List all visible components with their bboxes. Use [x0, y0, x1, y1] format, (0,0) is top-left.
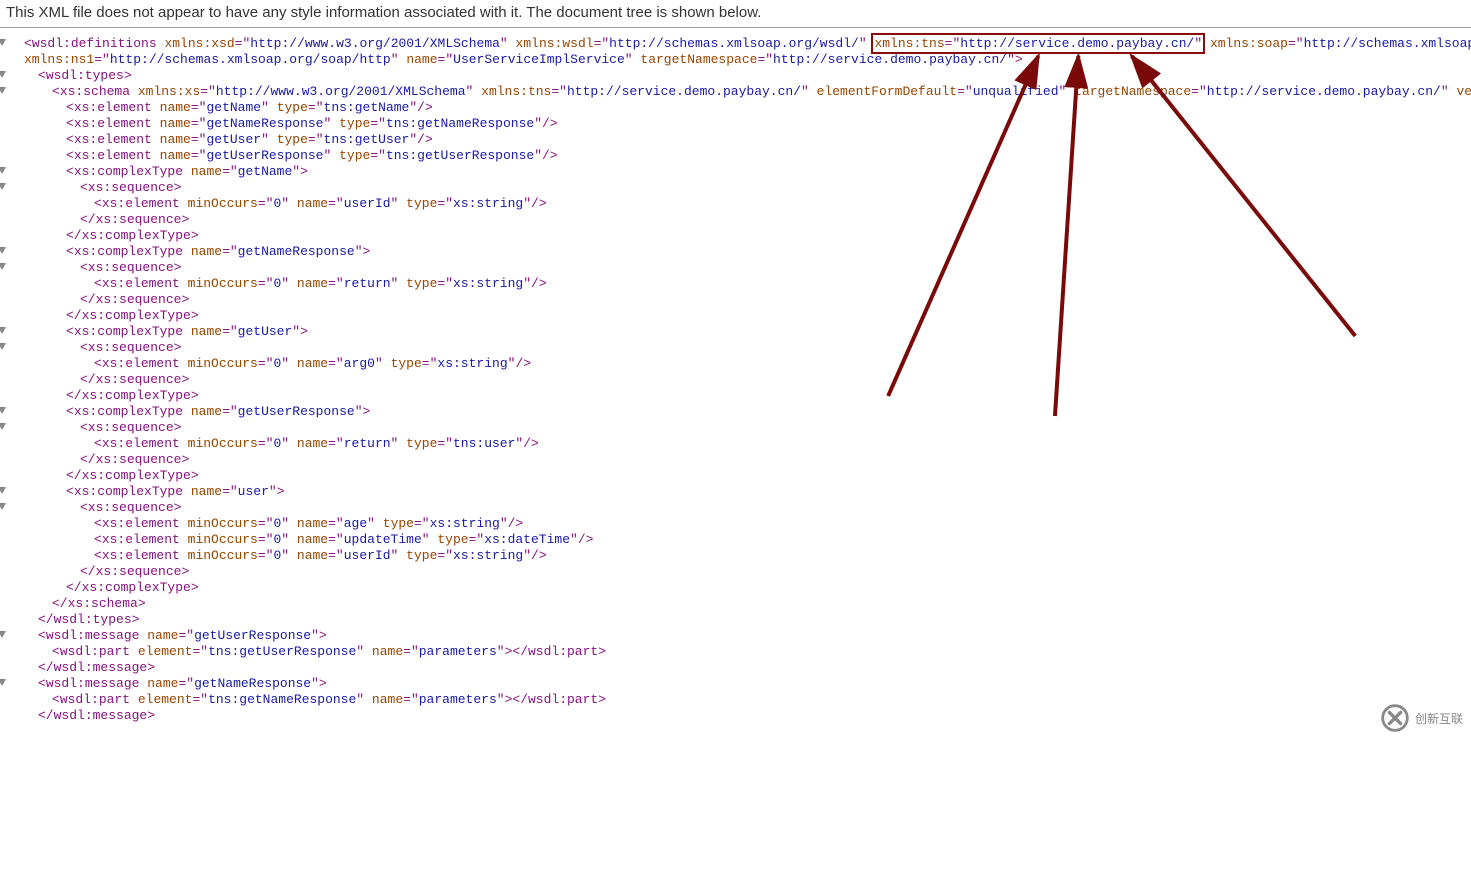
disclosure-triangle-icon[interactable] — [0, 423, 6, 430]
xml-node-element[interactable]: <xs:element minOccurs="0" name="userId" … — [10, 196, 1471, 212]
xml-node-sequence[interactable]: <xs:sequence> — [10, 260, 1471, 276]
disclosure-triangle-icon[interactable] — [0, 679, 6, 686]
watermark-logo: 创新互联 — [1381, 704, 1463, 732]
disclosure-triangle-icon[interactable] — [0, 631, 6, 638]
xml-node-message-close: </wsdl:message> — [10, 708, 1471, 724]
disclosure-triangle-icon[interactable] — [0, 183, 6, 190]
xml-node-element[interactable]: <xs:element minOccurs="0" name="updateTi… — [10, 532, 1471, 548]
xml-node-sequence-close: </xs:sequence> — [10, 564, 1471, 580]
disclosure-triangle-icon[interactable] — [0, 343, 6, 350]
disclosure-triangle-icon[interactable] — [0, 487, 6, 494]
disclosure-triangle-icon[interactable] — [0, 87, 6, 94]
xml-node-element[interactable]: <xs:element name="getUser" type="tns:get… — [10, 132, 1471, 148]
watermark-text: 创新互联 — [1415, 710, 1463, 727]
xml-node-complextype-close: </xs:complexType> — [10, 468, 1471, 484]
xml-node-schema-close: </xs:schema> — [10, 596, 1471, 612]
xml-node-complextype[interactable]: <xs:complexType name="getUser"> — [10, 324, 1471, 340]
xml-node-sequence[interactable]: <xs:sequence> — [10, 420, 1471, 436]
xml-node-element[interactable]: <xs:element minOccurs="0" name="age" typ… — [10, 516, 1471, 532]
disclosure-triangle-icon[interactable] — [0, 327, 6, 334]
xml-node-complextype-close: </xs:complexType> — [10, 580, 1471, 596]
xml-node-sequence-close: </xs:sequence> — [10, 452, 1471, 468]
xml-node-sequence[interactable]: <xs:sequence> — [10, 340, 1471, 356]
xml-tree: <wsdl:definitions xmlns:xsd="http://www.… — [0, 36, 1471, 724]
xml-node-sequence-close: </xs:sequence> — [10, 372, 1471, 388]
xml-node-complextype-close: </xs:complexType> — [10, 308, 1471, 324]
xml-node-sequence[interactable]: <xs:sequence> — [10, 180, 1471, 196]
xml-node-part[interactable]: <wsdl:part element="tns:getNameResponse"… — [10, 692, 1471, 708]
xml-node-sequence-close: </xs:sequence> — [10, 292, 1471, 308]
xml-node-root[interactable]: <wsdl:definitions xmlns:xsd="http://www.… — [10, 36, 1471, 52]
xml-node-message[interactable]: <wsdl:message name="getUserResponse"> — [10, 628, 1471, 644]
xml-node-sequence[interactable]: <xs:sequence> — [10, 500, 1471, 516]
xml-node-element[interactable]: <xs:element name="getNameResponse" type=… — [10, 116, 1471, 132]
xml-node-message-close: </wsdl:message> — [10, 660, 1471, 676]
xml-node-element[interactable]: <xs:element name="getName" type="tns:get… — [10, 100, 1471, 116]
xml-node-element[interactable]: <xs:element minOccurs="0" name="arg0" ty… — [10, 356, 1471, 372]
xml-node-complextype[interactable]: <xs:complexType name="user"> — [10, 484, 1471, 500]
xml-node-complextype[interactable]: <xs:complexType name="getUserResponse"> — [10, 404, 1471, 420]
disclosure-triangle-icon[interactable] — [0, 167, 6, 174]
xml-node-complextype-close: </xs:complexType> — [10, 388, 1471, 404]
xml-node-complextype-close: </xs:complexType> — [10, 228, 1471, 244]
disclosure-triangle-icon[interactable] — [0, 503, 6, 510]
divider — [0, 27, 1471, 28]
disclosure-triangle-icon[interactable] — [0, 263, 6, 270]
disclosure-triangle-icon[interactable] — [0, 71, 6, 78]
xml-node-complextype[interactable]: <xs:complexType name="getNameResponse"> — [10, 244, 1471, 260]
xml-node-element[interactable]: <xs:element minOccurs="0" name="return" … — [10, 276, 1471, 292]
xml-node-schema[interactable]: <xs:schema xmlns:xs="http://www.w3.org/2… — [10, 84, 1471, 100]
xml-node-complextype[interactable]: <xs:complexType name="getName"> — [10, 164, 1471, 180]
disclosure-triangle-icon[interactable] — [0, 407, 6, 414]
xml-node-types[interactable]: <wsdl:types> — [10, 68, 1471, 84]
xml-node-types-close: </wsdl:types> — [10, 612, 1471, 628]
xml-node-element[interactable]: <xs:element name="getUserResponse" type=… — [10, 148, 1471, 164]
disclosure-triangle-icon[interactable] — [0, 247, 6, 254]
xml-node-sequence-close: </xs:sequence> — [10, 212, 1471, 228]
xml-node-root-wrap: xmlns:ns1="http://schemas.xmlsoap.org/so… — [10, 52, 1471, 68]
xml-node-element[interactable]: <xs:element minOccurs="0" name="return" … — [10, 436, 1471, 452]
xml-node-part[interactable]: <wsdl:part element="tns:getUserResponse"… — [10, 644, 1471, 660]
disclosure-triangle-icon[interactable] — [0, 39, 6, 46]
xml-node-message[interactable]: <wsdl:message name="getNameResponse"> — [10, 676, 1471, 692]
xml-node-element[interactable]: <xs:element minOccurs="0" name="userId" … — [10, 548, 1471, 564]
xml-no-style-message: This XML file does not appear to have an… — [0, 0, 1471, 27]
